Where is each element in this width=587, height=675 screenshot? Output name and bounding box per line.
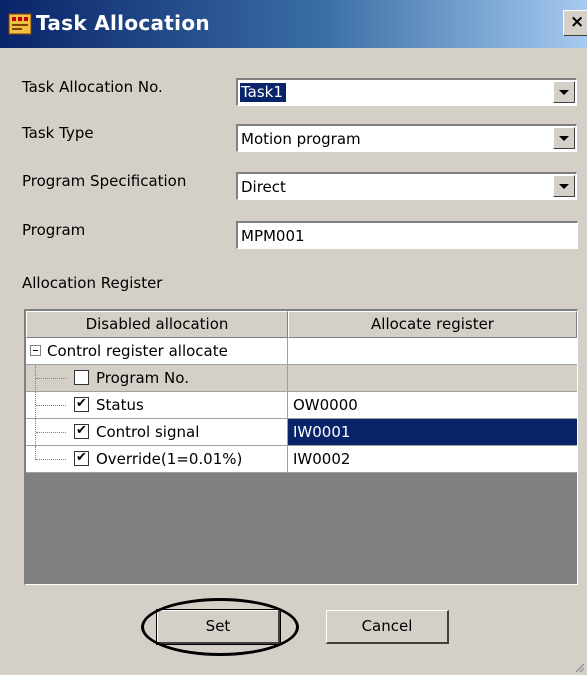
title-bar: Task Allocation × <box>0 0 587 48</box>
resize-grip-icon[interactable] <box>575 663 585 673</box>
tree-group-row[interactable]: Control register allocate <box>26 338 577 365</box>
tree-line <box>36 405 66 406</box>
program-spec-value: Direct <box>241 178 286 196</box>
checkmark-icon: ✔ <box>76 450 87 465</box>
close-button[interactable]: × <box>563 10 587 36</box>
checkbox-checked[interactable]: ✔ <box>74 451 89 466</box>
checkbox-checked[interactable]: ✔ <box>74 397 89 412</box>
chevron-down-icon[interactable] <box>553 81 575 103</box>
collapse-icon[interactable] <box>30 345 41 356</box>
tree-line <box>36 432 66 433</box>
task-allocation-app-icon <box>8 13 32 35</box>
row-label: Program No. <box>96 369 189 387</box>
program-label: Program <box>22 221 86 239</box>
group-cell: Control register allocate <box>26 338 288 365</box>
register-cell-selected[interactable]: IW0001 <box>288 419 577 446</box>
group-label: Control register allocate <box>47 342 228 360</box>
task-type-value: Motion program <box>241 130 361 148</box>
allocation-grid[interactable]: Disabled allocation Allocate register Co… <box>24 309 578 585</box>
register-value: IW0002 <box>293 450 351 468</box>
program-input[interactable]: MPM001 <box>236 221 578 249</box>
tree-line <box>35 446 36 460</box>
register-value: IW0001 <box>293 423 351 441</box>
table-row[interactable]: ✔ Override(1=0.01%) IW0002 <box>26 446 577 473</box>
row-label: Override(1=0.01%) <box>96 450 243 468</box>
checkmark-icon: ✔ <box>76 396 87 411</box>
program-spec-select[interactable]: Direct <box>236 172 577 200</box>
chevron-down-icon[interactable] <box>553 127 575 149</box>
register-value: OW0000 <box>293 396 358 414</box>
column-header-register[interactable]: Allocate register <box>288 311 577 338</box>
table-row[interactable]: ✔ Status OW0000 <box>26 392 577 419</box>
highlight-ellipse <box>141 598 299 656</box>
task-no-label: Task Allocation No. <box>22 78 163 96</box>
allocation-register-label: Allocation Register <box>22 274 163 292</box>
checkbox[interactable] <box>74 370 89 385</box>
task-type-label: Task Type <box>22 124 94 142</box>
row-label-cell: ✔ Status <box>26 392 288 419</box>
row-label-cell: ✔ Control signal <box>26 419 288 446</box>
tree-line <box>36 378 66 379</box>
row-label-cell: ✔ Override(1=0.01%) <box>26 446 288 473</box>
task-no-value: Task1 <box>239 82 287 103</box>
chevron-down-icon[interactable] <box>553 175 575 197</box>
cancel-button[interactable]: Cancel <box>326 610 449 644</box>
group-register-cell <box>288 338 577 365</box>
register-cell[interactable]: OW0000 <box>288 392 577 419</box>
table-row[interactable]: Program No. <box>26 365 577 392</box>
program-spec-label: Program Specification <box>22 172 187 190</box>
task-type-select[interactable]: Motion program <box>236 124 577 152</box>
window-title: Task Allocation <box>36 11 210 35</box>
table-row[interactable]: ✔ Control signal IW0001 <box>26 419 577 446</box>
row-label: Status <box>96 396 144 414</box>
row-label-cell: Program No. <box>26 365 288 392</box>
column-header-disabled[interactable]: Disabled allocation <box>26 311 288 338</box>
program-value: MPM001 <box>241 227 305 245</box>
grid-header: Disabled allocation Allocate register <box>26 311 577 338</box>
checkbox-checked[interactable]: ✔ <box>74 424 89 439</box>
task-no-select[interactable]: Task1 <box>236 78 577 106</box>
register-cell[interactable] <box>288 365 577 392</box>
row-label: Control signal <box>96 423 200 441</box>
register-cell[interactable]: IW0002 <box>288 446 577 473</box>
tree-line <box>36 459 66 460</box>
close-icon: × <box>570 12 585 32</box>
checkmark-icon: ✔ <box>76 423 87 438</box>
